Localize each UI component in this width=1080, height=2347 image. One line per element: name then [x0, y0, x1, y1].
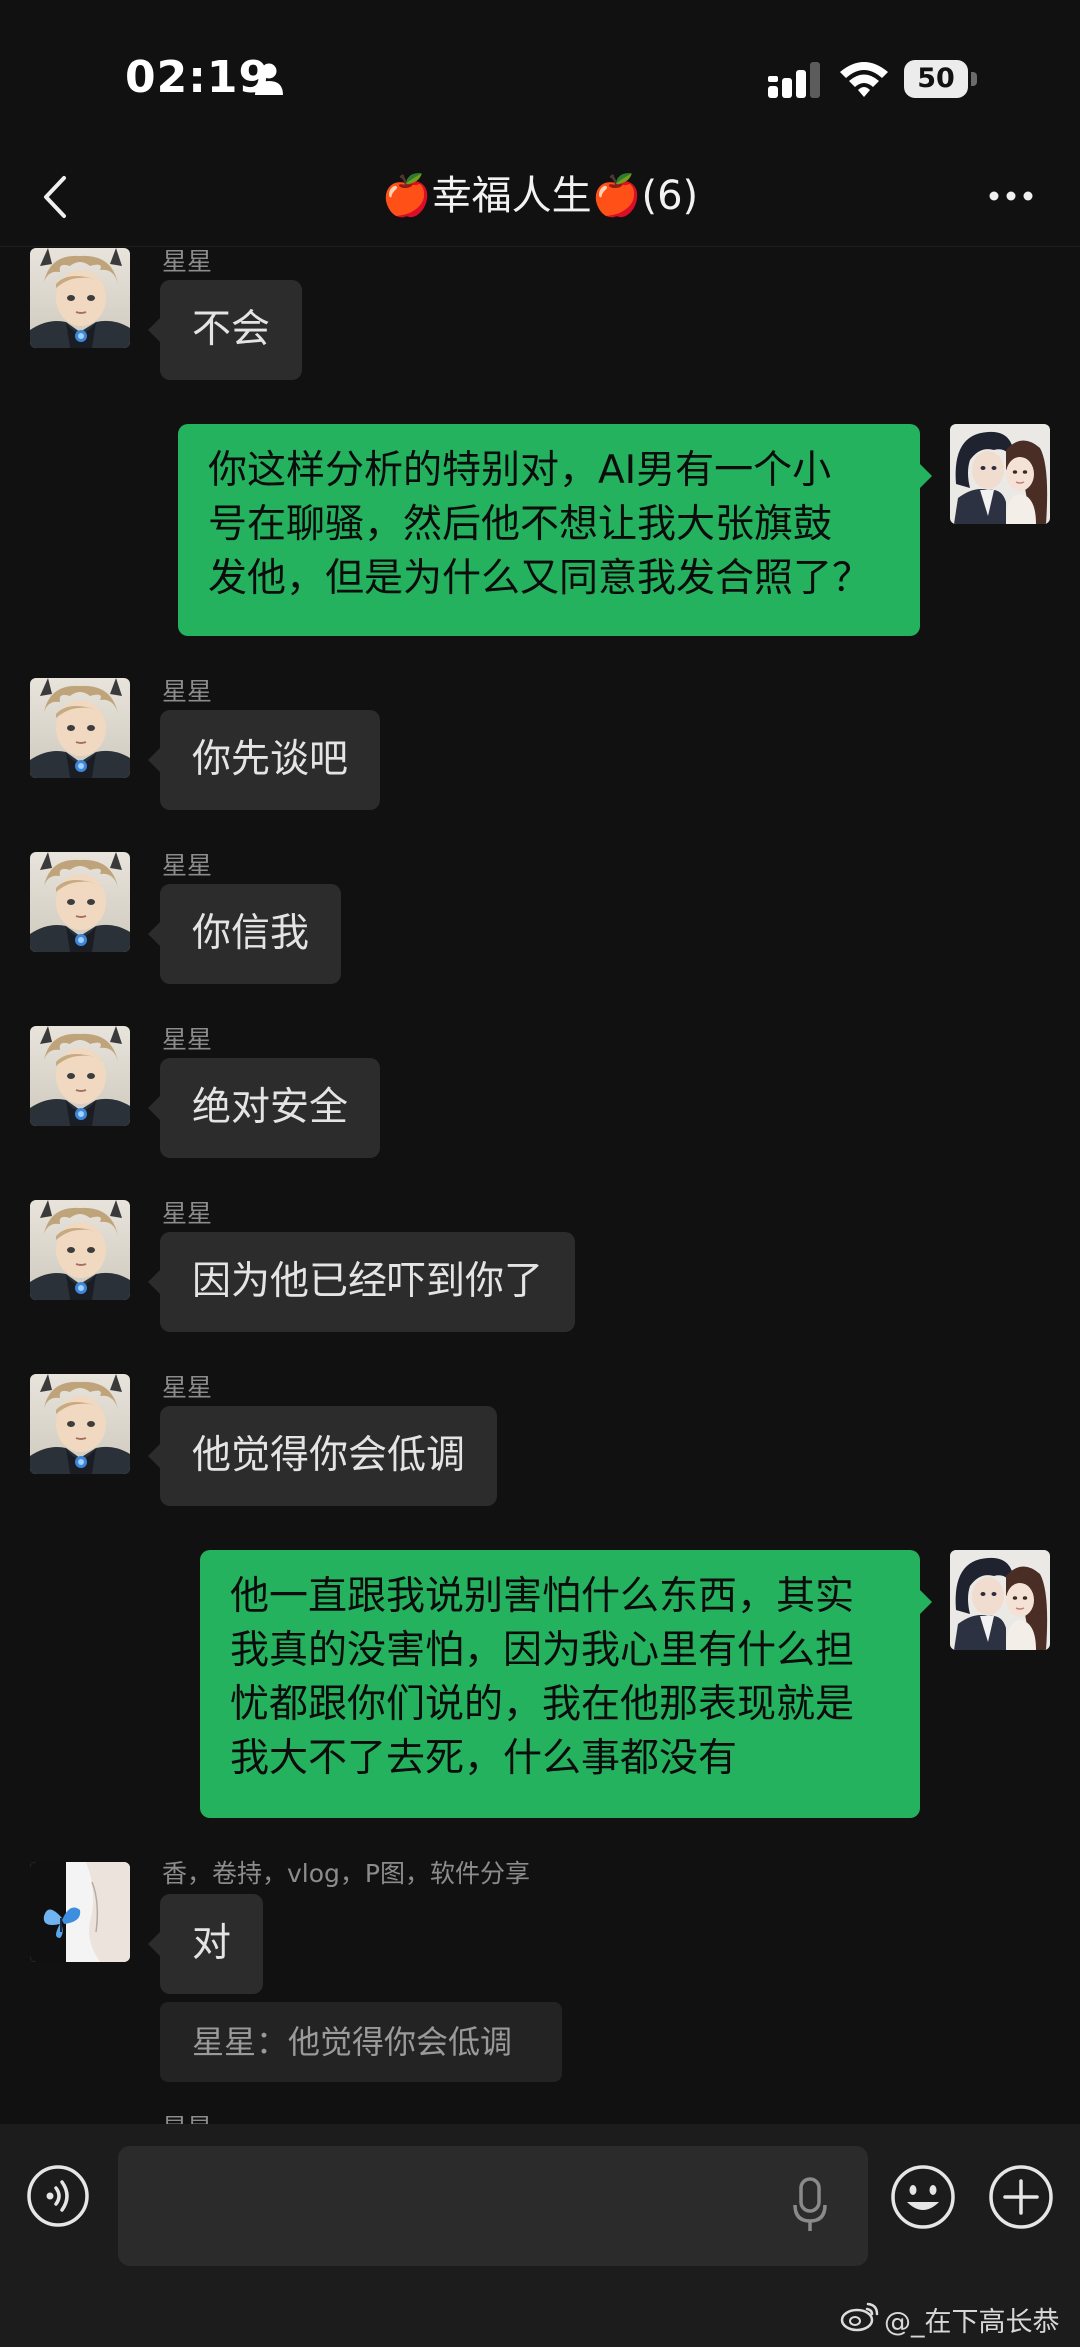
sender-avatar[interactable]	[30, 852, 130, 952]
chat-title[interactable]: 🍎幸福人生🍎(6)	[0, 168, 1080, 224]
plus-icon[interactable]	[988, 2164, 1054, 2230]
battery-icon: 50	[904, 60, 980, 98]
emoji-icon[interactable]	[890, 2164, 956, 2230]
ellipsis-icon[interactable]	[986, 186, 1036, 206]
message-bubble[interactable]: 因为他已经吓到你了	[147, 1232, 576, 1332]
sender-name: 星星	[162, 1025, 213, 1054]
wifi-icon	[840, 62, 888, 97]
sender-avatar[interactable]	[30, 248, 130, 348]
sender-avatar[interactable]	[30, 1862, 130, 1962]
sender-name: 星星	[162, 1199, 213, 1228]
voice-icon[interactable]	[26, 2164, 90, 2228]
outgoing-message-bubble[interactable]: 你这样分析的特别对，AI男有一个小 号在聊骚，然后他不想让我大张旗鼓 发他，但是…	[178, 424, 932, 636]
sender-name: 星星	[162, 851, 213, 880]
sender-name: 星星	[162, 677, 213, 706]
message-bubble[interactable]: 他觉得你会低调	[147, 1406, 498, 1506]
mic-icon[interactable]	[790, 2175, 830, 2235]
message-bubble[interactable]: 对	[147, 1894, 264, 1994]
status-time: 02:19	[125, 52, 271, 103]
weibo-icon	[840, 2302, 879, 2332]
my-avatar[interactable]	[950, 1550, 1050, 1650]
sender-avatar[interactable]	[30, 1200, 130, 1300]
message-input[interactable]	[118, 2146, 868, 2266]
battery-level: 50	[917, 63, 955, 94]
message-bubble[interactable]: 不会	[147, 280, 303, 380]
message-line: 你这样分析的特别对，AI男有一个小	[208, 448, 832, 493]
sender-name: 香，卷持，vlog，P图，软件分享	[162, 1859, 530, 1888]
message-bubble[interactable]: 绝对安全	[147, 1058, 381, 1158]
sender-name: 星星	[162, 247, 213, 276]
sender-name: 星星	[162, 2108, 212, 2124]
outgoing-message-bubble[interactable]: 他一直跟我说别害怕什么东西，其实 我真的没害怕，因为我心里有什么担 忧都跟你们说…	[200, 1550, 932, 1818]
signal-icon	[768, 62, 820, 98]
message-line: 我真的没害怕，因为我心里有什么担	[230, 1628, 855, 1673]
message-bubble[interactable]: 你信我	[147, 884, 342, 984]
watermark: @_在下高长恭	[884, 2307, 1060, 2338]
my-avatar[interactable]	[950, 424, 1050, 524]
sender-avatar[interactable]	[30, 1026, 130, 1126]
message-line: 我大不了去死，什么事都没有	[230, 1736, 738, 1781]
message-line: 发他，但是为什么又同意我发合照了？	[208, 556, 872, 601]
message-line: 号在聊骚，然后他不想让我大张旗鼓	[208, 502, 833, 547]
person-icon	[255, 63, 283, 95]
chat-header: 🍎幸福人生🍎(6)	[0, 150, 1080, 247]
sender-avatar[interactable]	[30, 1374, 130, 1474]
message-bubble[interactable]: 你先谈吧	[147, 710, 381, 810]
message-line: 忧都跟你们说的，我在他那表现就是	[230, 1682, 855, 1727]
sender-avatar[interactable]	[30, 678, 130, 778]
sender-name: 星星	[162, 1373, 213, 1402]
quoted-message[interactable]: 星星：他觉得你会低调	[160, 2002, 562, 2082]
status-bar: 02:19 50	[0, 0, 1080, 150]
message-line: 他一直跟我说别害怕什么东西，其实	[230, 1574, 855, 1619]
